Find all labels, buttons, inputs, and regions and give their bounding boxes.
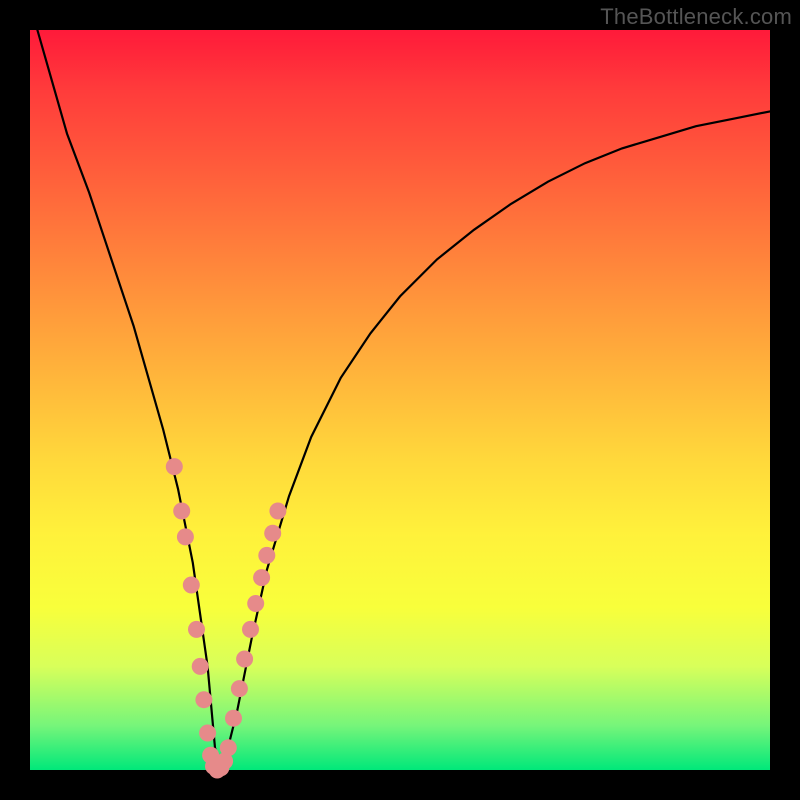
marker-dot: [192, 658, 209, 675]
plot-area: [30, 30, 770, 770]
marker-dots: [166, 458, 287, 778]
marker-dot: [253, 569, 270, 586]
marker-dot: [220, 739, 237, 756]
chart-svg: [30, 30, 770, 770]
marker-dot: [177, 528, 194, 545]
marker-dot: [166, 458, 183, 475]
marker-dot: [199, 725, 216, 742]
marker-dot: [188, 621, 205, 638]
marker-dot: [195, 691, 212, 708]
marker-dot: [242, 621, 259, 638]
marker-dot: [173, 503, 190, 520]
marker-dot: [258, 547, 275, 564]
marker-dot: [236, 651, 253, 668]
marker-dot: [247, 595, 264, 612]
marker-dot: [231, 680, 248, 697]
marker-dot: [269, 503, 286, 520]
marker-dot: [264, 525, 281, 542]
bottleneck-curve: [37, 30, 770, 770]
marker-dot: [183, 577, 200, 594]
chart-frame: TheBottleneck.com: [0, 0, 800, 800]
marker-dot: [225, 710, 242, 727]
watermark-text: TheBottleneck.com: [600, 4, 792, 30]
